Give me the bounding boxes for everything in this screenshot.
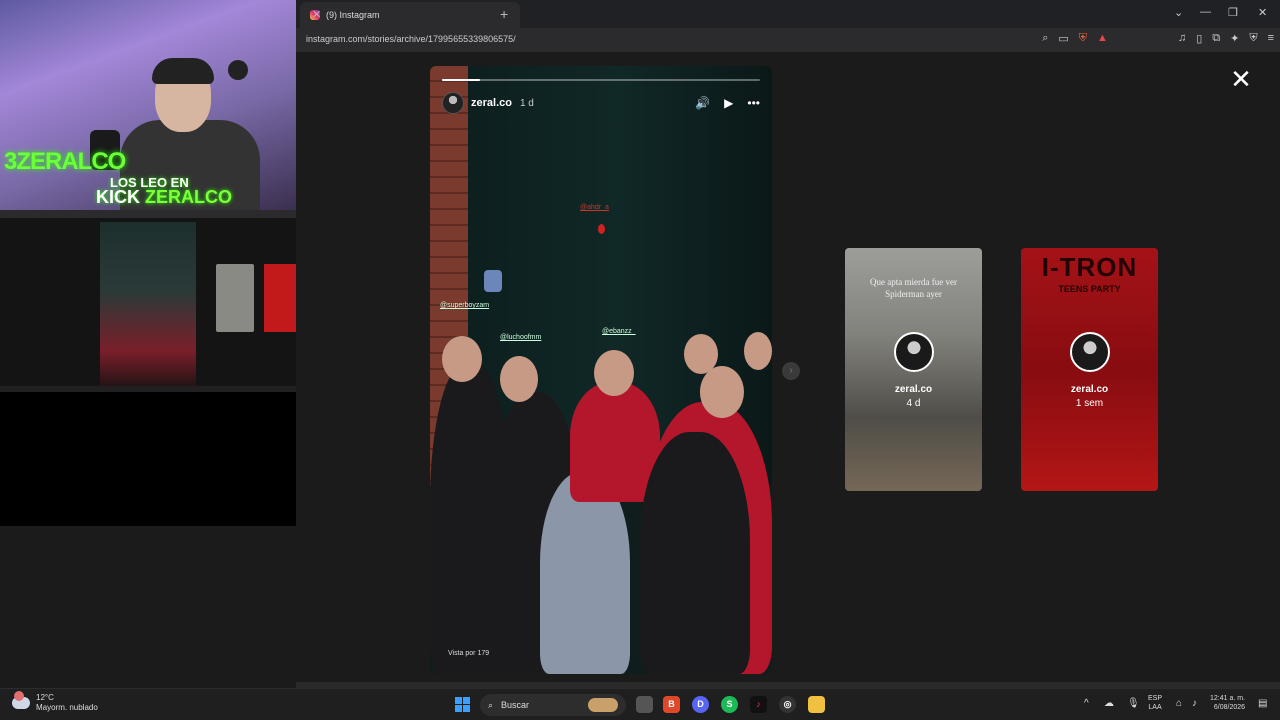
mention-tag[interactable]: @superboyzam	[440, 302, 489, 309]
minimize-button[interactable]: —	[1200, 6, 1211, 18]
vpn-icon[interactable]: ⛨	[1249, 32, 1257, 45]
lamp-shape	[228, 60, 248, 80]
tray-chevron-icon[interactable]: ^	[1084, 698, 1089, 709]
notifications-icon[interactable]: ▤	[1258, 698, 1267, 709]
side-story-username: zeral.co	[894, 384, 933, 395]
avatar	[1070, 332, 1110, 372]
streamer-hair	[152, 58, 214, 84]
volume-icon[interactable]: 🔊	[695, 96, 710, 110]
preview-side-story	[216, 264, 254, 332]
network-icon[interactable]: ⌂	[1176, 698, 1182, 709]
story-progress-bar	[442, 79, 760, 81]
brave-icon[interactable]: B	[663, 696, 680, 713]
story-photo-people	[430, 322, 772, 674]
brave-shield-icon[interactable]: ⛨	[1079, 32, 1087, 45]
person-face	[744, 332, 772, 370]
clock-time: 12:41 a. m.	[1210, 695, 1246, 702]
weather-cloud-icon	[12, 691, 30, 709]
avatar	[894, 332, 934, 372]
sticker-icon	[484, 270, 502, 292]
close-icon[interactable]: ✕	[1228, 66, 1254, 92]
next-story-button[interactable]: ›	[782, 362, 800, 380]
keyboard-layout: LAA	[1148, 704, 1162, 711]
story-time: 1 d	[519, 97, 534, 109]
tab-close-icon[interactable]: ✕	[312, 8, 321, 21]
person	[640, 432, 750, 674]
side-story-time: 4 d	[906, 398, 921, 409]
zoom-icon[interactable]: ⌕	[1042, 32, 1048, 45]
side-story-caption: Que apta mierda fue ver Spiderman ayer	[870, 277, 957, 299]
language-code: ESP	[1148, 695, 1163, 702]
person	[540, 472, 630, 674]
media-icon[interactable]: ♫	[1178, 32, 1186, 45]
webcam-overlay: 3ZERALCO LOS LEO EN KICK ZERALCO	[0, 0, 296, 210]
microphone-tray-icon[interactable]: 🎙	[1127, 698, 1140, 709]
weather-condition: Mayorm. nublado	[36, 703, 98, 712]
clock-date: 6/08/2026	[1213, 704, 1246, 711]
language-indicator[interactable]: ESP LAA	[1148, 694, 1162, 712]
maximize-button[interactable]: ❐	[1228, 6, 1238, 19]
weather-widget[interactable]: 12°C Mayorm. nublado	[12, 691, 98, 713]
person-face	[700, 366, 744, 418]
side-story-username: zeral.co	[1070, 384, 1109, 395]
story-header: zeral.co 1 d 🔊 ▶ •••	[442, 92, 760, 114]
close-window-button[interactable]: ✕	[1258, 6, 1267, 19]
url-text[interactable]: instagram.com/stories/archive/1799565533…	[306, 34, 516, 44]
more-options-icon[interactable]: •••	[747, 96, 760, 110]
side-story-1[interactable]: Que apta mierda fue ver Spiderman ayer z…	[845, 248, 982, 491]
screen-preview	[0, 210, 296, 394]
banner-name: ZERALCO	[145, 187, 233, 207]
task-view-icon[interactable]	[636, 696, 653, 713]
preview-side-story	[264, 264, 296, 332]
tiktok-icon[interactable]: ♪	[750, 696, 767, 713]
stream-logo: 3ZERALCO	[4, 148, 126, 175]
black-panel	[0, 392, 296, 526]
person-face	[442, 336, 482, 382]
spotify-icon[interactable]: S	[721, 696, 738, 713]
volume-tray-icon[interactable]: ♪	[1192, 698, 1197, 709]
person-face	[500, 356, 538, 402]
tab-title: (9) Instagram	[326, 10, 380, 20]
preview-story	[100, 222, 196, 394]
leo-icon[interactable]: ✦	[1230, 32, 1239, 45]
system-clock[interactable]: 12:41 a. m. 6/08/2026	[1210, 694, 1245, 712]
windows-start-icon[interactable]	[455, 697, 470, 712]
search-highlight-icon	[588, 698, 618, 712]
rewards-icon[interactable]: ▲	[1097, 32, 1108, 45]
banner-kick: KICK	[96, 187, 140, 207]
sticker-dot	[598, 224, 605, 234]
cast-icon[interactable]: ▭	[1058, 32, 1068, 45]
seen-by-label[interactable]: Vista por 179	[448, 650, 489, 657]
story-progress-fill	[442, 79, 481, 81]
taskbar-search[interactable]: ⌕ Buscar	[480, 694, 626, 716]
address-bar[interactable]: instagram.com/stories/archive/1799565533…	[296, 28, 1280, 52]
play-icon[interactable]: ▶	[724, 96, 733, 110]
stream-banner: LOS LEO EN KICK ZERALCO	[96, 176, 233, 207]
search-placeholder: Buscar	[501, 700, 530, 710]
new-tab-button[interactable]: +	[500, 6, 508, 22]
windows-taskbar: 12°C Mayorm. nublado ⌕ Buscar B D S ♪ ◎ …	[0, 688, 1280, 720]
file-explorer-icon[interactable]	[808, 696, 825, 713]
story-username[interactable]: zeral.co	[471, 97, 512, 109]
weather-temperature: 12°C	[36, 693, 54, 702]
menu-icon[interactable]: ≡	[1268, 32, 1274, 45]
obs-icon[interactable]: ◎	[779, 696, 796, 713]
discord-icon[interactable]: D	[692, 696, 709, 713]
side-story-2[interactable]: I-TRON TEENS PARTY zeral.co 1 sem	[1021, 248, 1158, 491]
tab-instagram[interactable]: (9) Instagram	[300, 2, 520, 28]
mention-tag[interactable]: @ahdr_a	[580, 204, 609, 211]
search-icon: ⌕	[488, 699, 494, 710]
sidebar-icon[interactable]: ▯	[1196, 32, 1202, 45]
person-face	[684, 334, 718, 374]
story-viewer[interactable]: zeral.co 1 d 🔊 ▶ ••• @ahdr_a @superboyza…	[430, 66, 772, 674]
person-face	[594, 350, 634, 396]
onedrive-icon[interactable]: ☁	[1104, 698, 1114, 709]
avatar[interactable]	[442, 92, 464, 114]
toolbar-icons: ⌕ ▭ ⛨ ▲ ♫ ▯ ⧉ ✦ ⛨ ≡	[1042, 32, 1274, 45]
preview-toolbar	[0, 210, 296, 218]
tab-search-icon[interactable]: ⌄	[1174, 6, 1183, 19]
side-story-time: 1 sem	[1075, 398, 1104, 409]
wallet-icon[interactable]: ⧉	[1212, 32, 1220, 45]
